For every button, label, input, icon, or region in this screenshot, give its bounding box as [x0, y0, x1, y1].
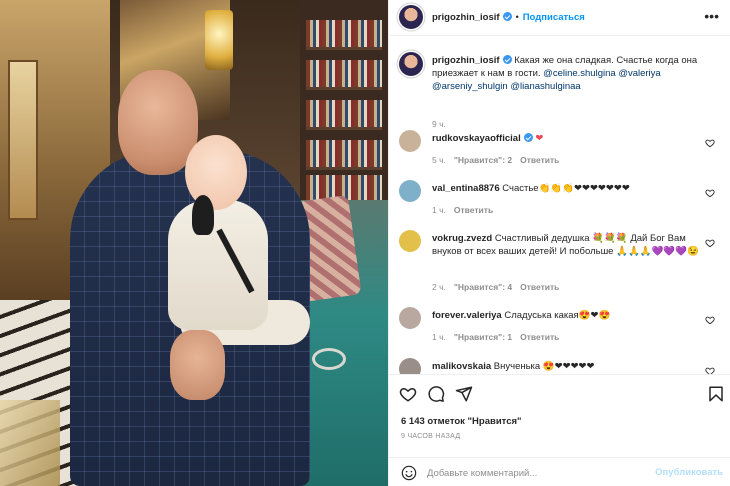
- comment-body: Счастье👏👏👏❤❤❤❤❤❤❤: [502, 183, 630, 194]
- avatar[interactable]: [399, 180, 421, 202]
- share-icon[interactable]: [455, 385, 473, 403]
- comment-username[interactable]: vokrug.zvezd: [432, 233, 492, 244]
- follow-button[interactable]: Подписаться: [523, 12, 585, 23]
- header-user: prigozhin_iosif • Подписаться: [432, 12, 585, 23]
- comment-meta: 1 ч. "Нравится": 1 Ответить: [432, 332, 559, 342]
- photo-spoon: [192, 195, 214, 235]
- comment-time: 2 ч.: [432, 282, 446, 292]
- photo-bookshelf: [300, 0, 388, 210]
- comment-text: rudkovskayaofficial ❤: [432, 132, 702, 145]
- avatar[interactable]: [399, 52, 423, 76]
- heart-icon[interactable]: [705, 366, 715, 374]
- avatar[interactable]: [399, 130, 421, 152]
- comment-item: malikovskaia Внученька 😍❤❤❤❤❤: [399, 358, 721, 374]
- heart-icon[interactable]: [705, 188, 715, 198]
- more-horizontal-icon[interactable]: •••: [704, 9, 719, 23]
- smiley-icon[interactable]: [401, 465, 417, 481]
- comment-time: 1 ч.: [432, 332, 446, 342]
- caption-text: prigozhin_iosif Какая же она сладкая. Сч…: [432, 54, 717, 93]
- post-header: prigozhin_iosif • Подписаться •••: [389, 0, 730, 36]
- comment-body: ❤: [535, 133, 544, 144]
- photo-lamp: [205, 10, 233, 70]
- comment-time: 1 ч.: [432, 205, 446, 215]
- comment-item: val_entina8876 Счастье👏👏👏❤❤❤❤❤❤❤ 1 ч. Отв…: [399, 180, 721, 230]
- heart-icon[interactable]: [705, 138, 715, 148]
- reply-button[interactable]: Ответить: [454, 205, 493, 215]
- comment-body: Внученька 😍❤❤❤❤❤: [493, 361, 595, 372]
- mention-link[interactable]: @lianashulginaa: [510, 81, 580, 92]
- comment-item: vokrug.zvezd Счастливый дедушка 💐💐💐 Дай …: [399, 230, 721, 300]
- comment-username[interactable]: rudkovskayaofficial: [432, 133, 521, 144]
- comment-meta: 2 ч. "Нравится": 4 Ответить: [432, 282, 559, 292]
- comment-item: rudkovskayaofficial ❤ 5 ч. "Нравится": 2 О…: [399, 130, 721, 180]
- avatar[interactable]: [399, 230, 421, 252]
- comment-username[interactable]: malikovskaia: [432, 361, 491, 372]
- comment-body: Сладуська какая😍❤😍: [504, 310, 611, 321]
- avatar[interactable]: [399, 5, 423, 29]
- add-comment-bar: Опубликовать: [389, 457, 730, 486]
- comment-icon[interactable]: [427, 385, 445, 403]
- heart-icon[interactable]: [705, 315, 715, 325]
- caption-username[interactable]: prigozhin_iosif: [432, 55, 500, 66]
- comment-text: val_entina8876 Счастье👏👏👏❤❤❤❤❤❤❤: [432, 182, 702, 195]
- comment-input[interactable]: [427, 464, 652, 482]
- publish-button[interactable]: Опубликовать: [655, 467, 723, 478]
- photo-baby-head: [185, 135, 247, 210]
- mention-link[interactable]: @arseniy_shulgin: [432, 81, 508, 92]
- avatar[interactable]: [399, 358, 421, 374]
- comment-item: forever.valeriya Сладуська какая😍❤😍 1 ч.…: [399, 307, 721, 357]
- post-time: 9 ЧАСОВ НАЗАД: [401, 433, 461, 440]
- photo-cup: [312, 348, 346, 370]
- heart-icon[interactable]: [399, 385, 417, 403]
- bookmark-icon[interactable]: [707, 385, 725, 403]
- comment-meta: 1 ч. Ответить: [432, 205, 493, 215]
- photo-glass: [0, 400, 60, 486]
- comment-likes[interactable]: "Нравится": 2: [454, 155, 512, 165]
- verified-icon: [502, 12, 512, 21]
- comment-username[interactable]: forever.valeriya: [432, 310, 502, 321]
- verified-icon: [502, 55, 512, 64]
- comment-text: malikovskaia Внученька 😍❤❤❤❤❤: [432, 360, 702, 373]
- username-link[interactable]: prigozhin_iosif: [432, 12, 500, 23]
- comments-list[interactable]: prigozhin_iosif Какая же она сладкая. Сч…: [389, 37, 730, 374]
- verified-icon: [523, 133, 533, 142]
- mention-link[interactable]: @valeriya: [618, 68, 660, 79]
- photo-hand: [170, 330, 225, 400]
- heart-icon[interactable]: [705, 238, 715, 248]
- photo-door: [8, 60, 38, 220]
- caption-time: 9 ч.: [432, 119, 446, 129]
- reply-button[interactable]: Ответить: [520, 155, 559, 165]
- comment-meta: 5 ч. "Нравится": 2 Ответить: [432, 155, 559, 165]
- post-actions: 6 143 отметок "Нравится" 9 ЧАСОВ НАЗАД О…: [389, 374, 730, 486]
- comment-likes[interactable]: "Нравится": 1: [454, 332, 512, 342]
- separator-dot: •: [515, 12, 519, 22]
- post-photo[interactable]: [0, 0, 388, 486]
- avatar[interactable]: [399, 307, 421, 329]
- likes-count[interactable]: 6 143 отметок "Нравится": [401, 416, 522, 427]
- mention-link[interactable]: @celine.shulgina: [543, 68, 616, 79]
- comment-likes[interactable]: "Нравится": 4: [454, 282, 512, 292]
- comment-time: 5 ч.: [432, 155, 446, 165]
- comment-text: forever.valeriya Сладуська какая😍❤😍: [432, 309, 702, 322]
- comment-username[interactable]: val_entina8876: [432, 183, 500, 194]
- comment-text: vokrug.zvezd Счастливый дедушка 💐💐💐 Дай …: [432, 232, 702, 258]
- reply-button[interactable]: Ответить: [520, 332, 559, 342]
- reply-button[interactable]: Ответить: [520, 282, 559, 292]
- post-panel: prigozhin_iosif • Подписаться ••• prigozhi…: [388, 0, 730, 486]
- photo-baby: [168, 200, 268, 330]
